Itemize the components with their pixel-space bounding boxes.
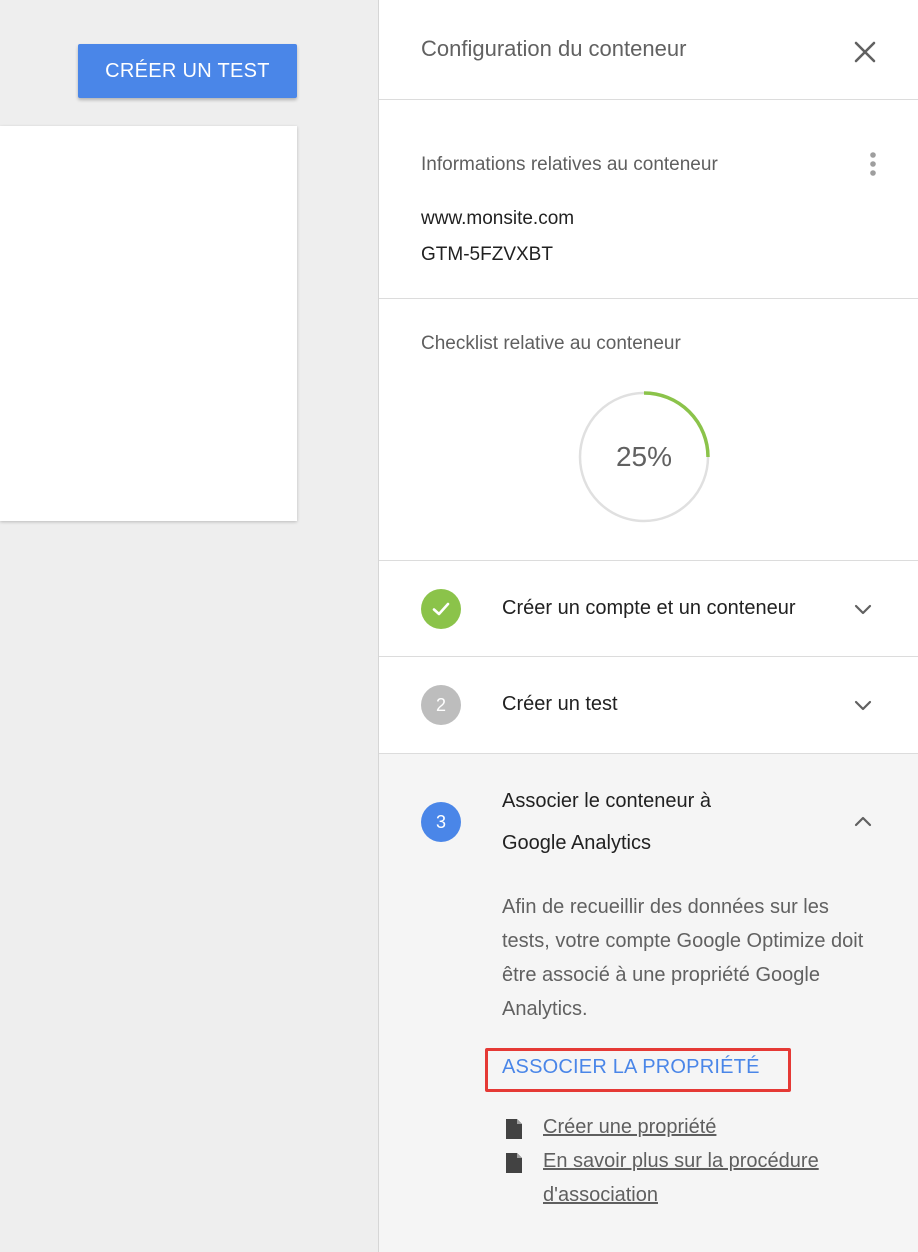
step-number-badge: 2 xyxy=(421,685,461,725)
step-description: Afin de recueillir des données sur les t… xyxy=(502,896,864,1020)
close-icon xyxy=(854,41,876,63)
panel-header: Configuration du conteneur xyxy=(379,0,918,100)
content-card xyxy=(0,126,297,521)
checklist-section: Checklist relative au conteneur 25% xyxy=(379,299,918,561)
learn-more-link-line2[interactable]: d'association xyxy=(543,1178,658,1212)
step-link-analytics: 3 Associer le conteneur à Google Analyti… xyxy=(379,754,918,1252)
chevron-down-icon[interactable] xyxy=(851,693,875,717)
container-info-label: Informations relatives au conteneur xyxy=(421,154,718,175)
create-property-link[interactable]: Créer une propriété xyxy=(543,1110,716,1144)
step-done-badge xyxy=(421,589,461,629)
workspace: CRÉER UN TEST xyxy=(0,0,378,1252)
step-create-test[interactable]: 2 Créer un test xyxy=(379,657,918,754)
chevron-down-icon[interactable] xyxy=(851,597,875,621)
step-title-line2: Google Analytics xyxy=(502,832,651,854)
step-title: Créer un compte et un conteneur xyxy=(502,597,796,619)
container-info-section: Informations relatives au conteneur www.… xyxy=(379,100,918,299)
link-property-button[interactable]: ASSOCIER LA PROPRIÉTÉ xyxy=(502,1056,760,1079)
progress-percent: 25% xyxy=(615,441,673,472)
check-icon xyxy=(432,602,450,616)
panel-title: Configuration du conteneur xyxy=(421,36,687,61)
document-icon xyxy=(506,1119,522,1139)
more-options-button[interactable] xyxy=(863,148,883,184)
container-domain: www.monsite.com xyxy=(421,208,575,229)
step-title: Créer un test xyxy=(502,693,618,715)
chevron-up-icon[interactable] xyxy=(851,810,875,834)
checklist-label: Checklist relative au conteneur xyxy=(421,333,681,354)
step-number-badge: 3 xyxy=(421,802,461,842)
step-create-account[interactable]: Créer un compte et un conteneur xyxy=(379,561,918,657)
step-title-line1: Associer le conteneur à xyxy=(502,790,712,812)
document-icon xyxy=(506,1153,522,1173)
container-config-panel: Configuration du conteneur Informations … xyxy=(378,0,918,1252)
container-id: GTM-5FZVXBT xyxy=(421,244,553,265)
create-test-button[interactable]: CRÉER UN TEST xyxy=(78,44,297,98)
close-button[interactable] xyxy=(847,34,883,70)
learn-more-link[interactable]: En savoir plus sur la procédure xyxy=(543,1144,819,1178)
more-vert-icon xyxy=(870,152,876,176)
